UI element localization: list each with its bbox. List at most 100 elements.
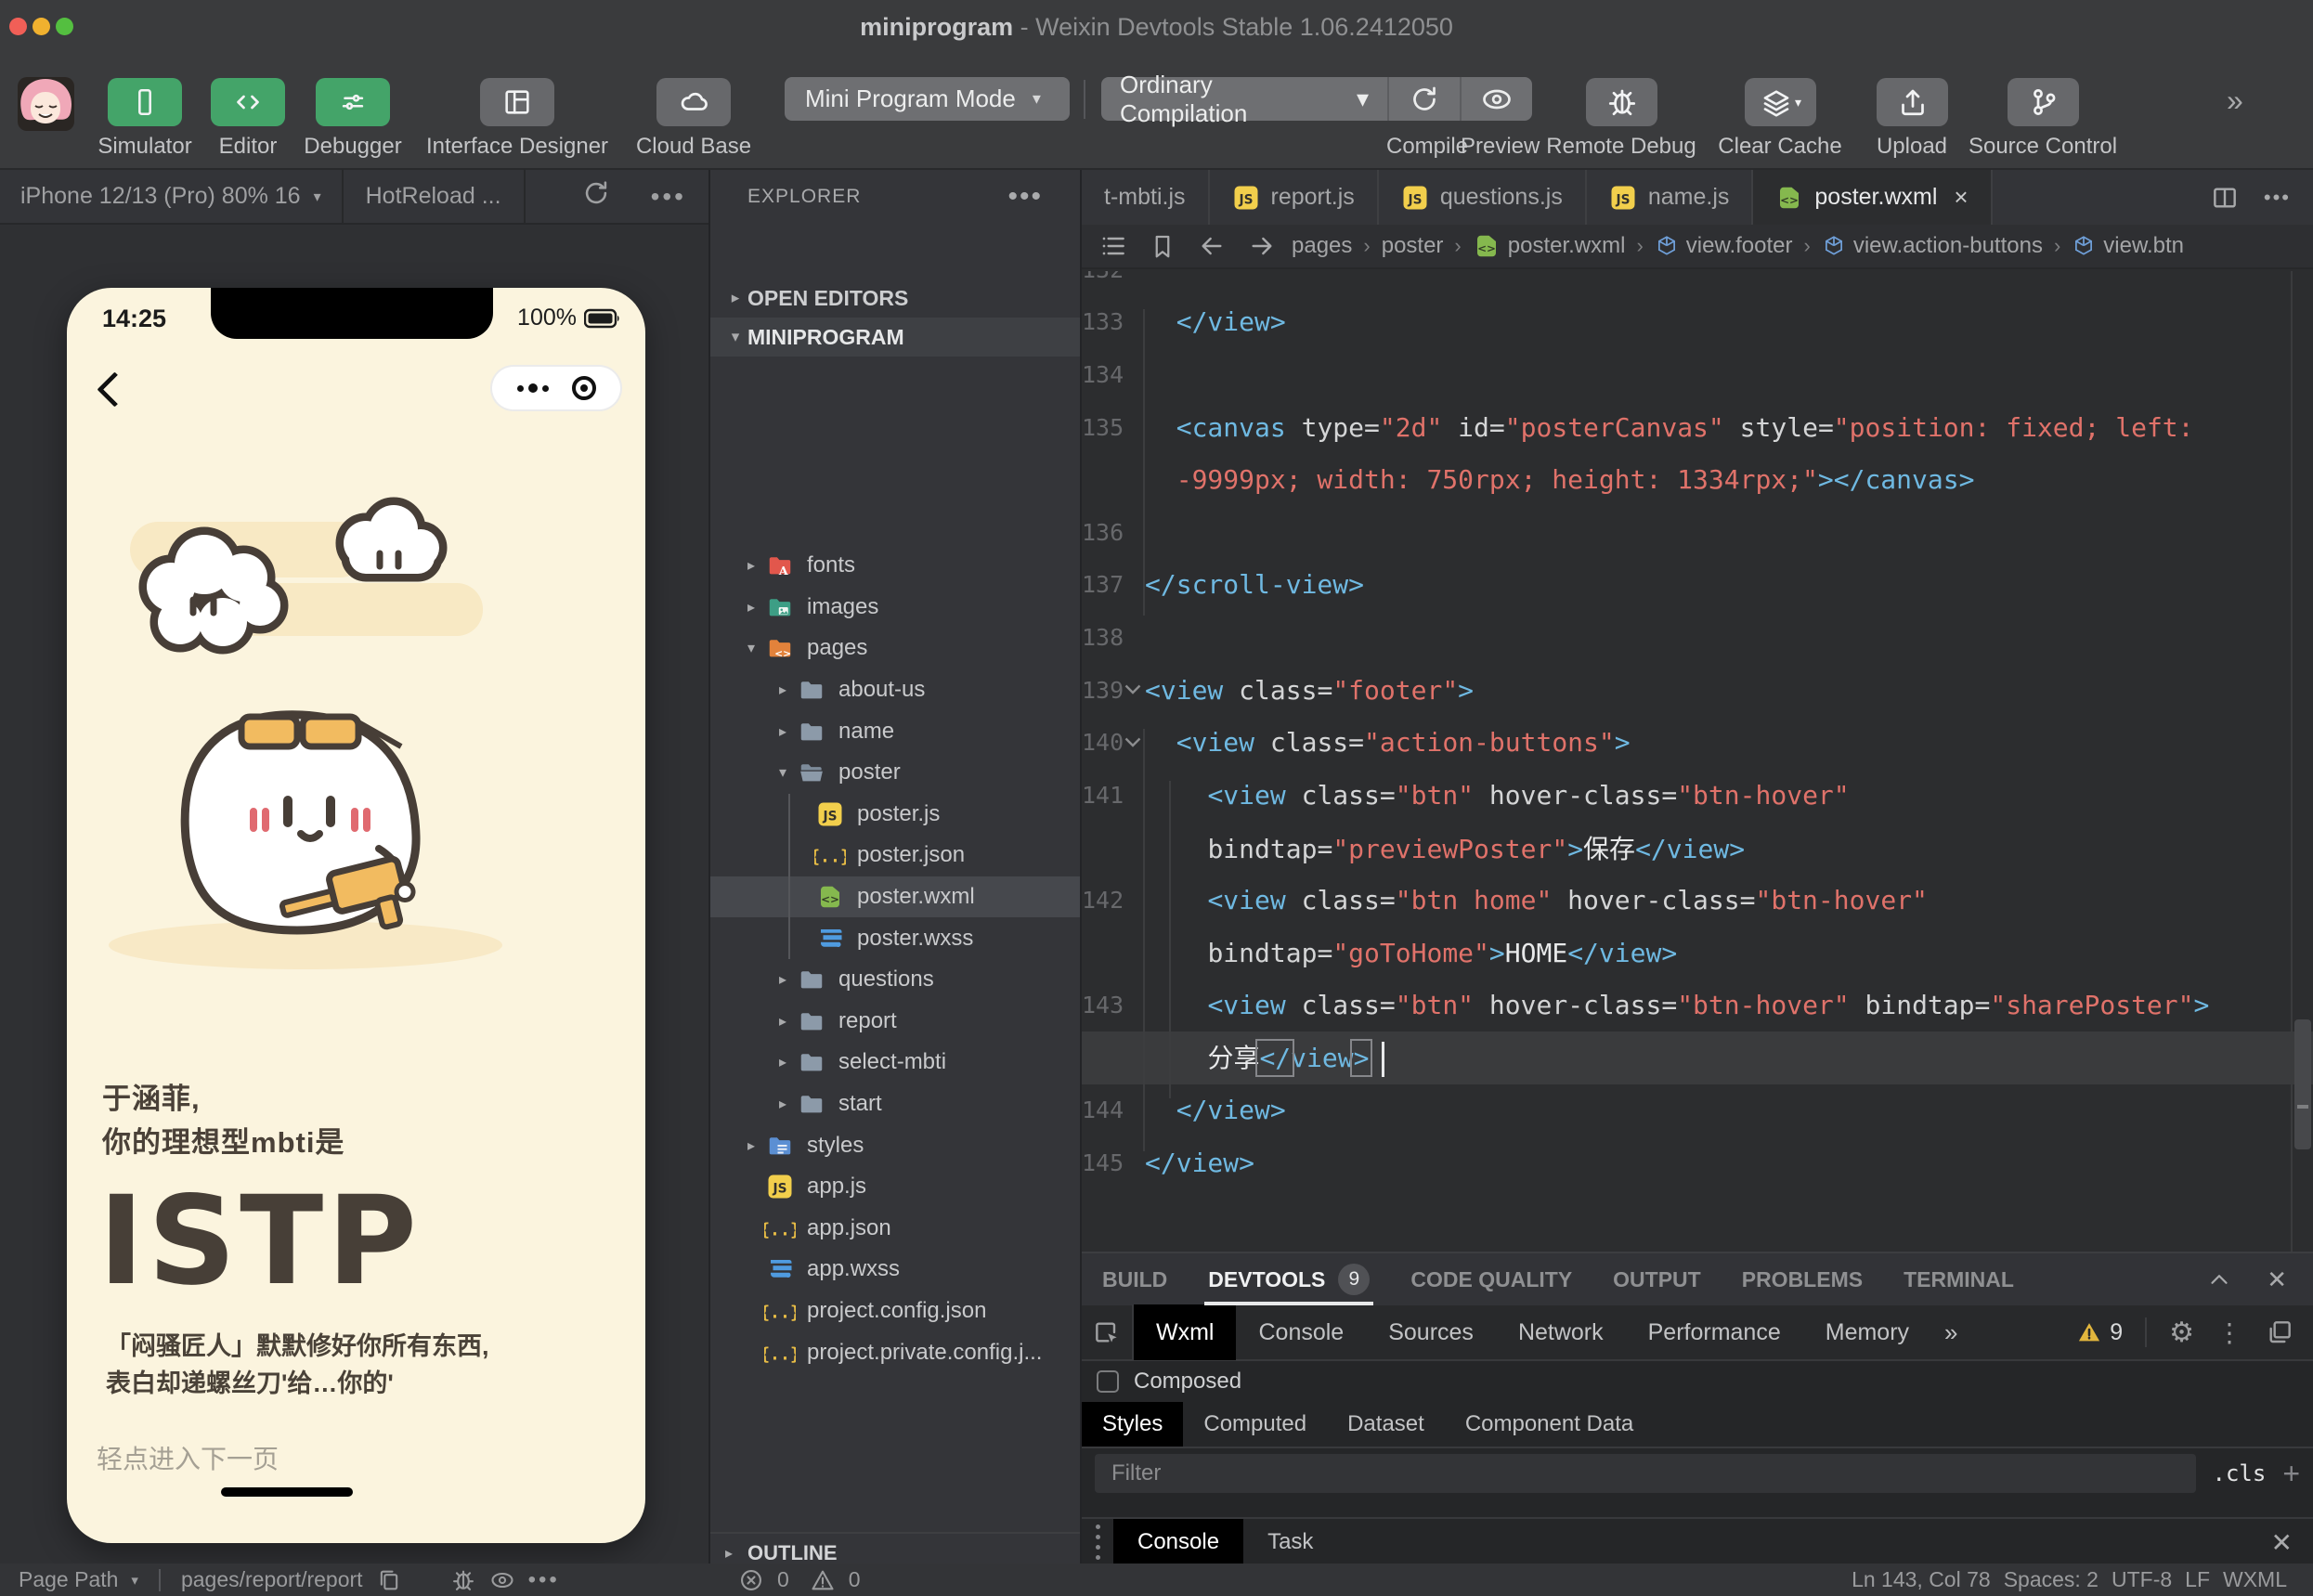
tree-file-project.config.json[interactable]: {..}project.config.json: [710, 1291, 1080, 1332]
tree-folder-styles[interactable]: ▸styles: [710, 1124, 1080, 1166]
filter-input[interactable]: Filter: [1095, 1454, 2196, 1493]
editor-button[interactable]: [211, 78, 285, 126]
panel-tab-code-quality[interactable]: CODE QUALITY: [1390, 1253, 1592, 1305]
refresh-icon[interactable]: [580, 177, 612, 215]
inspector-tab-network[interactable]: Network: [1496, 1304, 1626, 1360]
preview-eye-icon[interactable]: [489, 1567, 515, 1593]
simulator-more-button[interactable]: •••: [651, 182, 686, 212]
dock-icon[interactable]: [2265, 1317, 2294, 1347]
preview-button[interactable]: [1462, 77, 1532, 121]
compile-button[interactable]: [1389, 77, 1460, 121]
tab-t-mbti.js[interactable]: t-mbti.js: [1082, 170, 1210, 225]
remote-debug-button[interactable]: [1586, 78, 1657, 126]
tree-file-app.wxss[interactable]: app.wxss: [710, 1249, 1080, 1291]
open-editors-section[interactable]: ▸ OPEN EDITORS: [710, 279, 1080, 318]
tab-poster.wxml[interactable]: <>poster.wxml×: [1753, 170, 1992, 225]
status-item[interactable]: WXML: [2223, 1567, 2287, 1592]
bookmark-icon[interactable]: [1149, 232, 1176, 260]
tab-questions.js[interactable]: JSquestions.js: [1379, 170, 1587, 225]
inspector-tab-console[interactable]: Console: [1236, 1304, 1366, 1360]
status-item[interactable]: Spaces: 2: [2004, 1567, 2099, 1592]
fold-chevron-icon[interactable]: [1121, 737, 1145, 748]
breadcrumb-poster.wxml[interactable]: <>poster.wxml: [1473, 232, 1626, 260]
copy-icon[interactable]: [376, 1567, 402, 1593]
source-control-button[interactable]: [2008, 78, 2079, 126]
list-icon[interactable]: [1098, 231, 1128, 261]
styles-tab-component-data[interactable]: Component Data: [1445, 1402, 1654, 1447]
cls-button[interactable]: .cls: [2213, 1460, 2267, 1486]
inspector-tab-performance[interactable]: Performance: [1626, 1304, 1803, 1360]
arrow-right-icon[interactable]: [1247, 231, 1277, 261]
inspector-tabs-overflow[interactable]: »: [1931, 1318, 1970, 1347]
inspector-tab-wxml[interactable]: Wxml: [1134, 1304, 1236, 1360]
status-item[interactable]: UTF-8: [2112, 1567, 2172, 1592]
tree-file-poster.json[interactable]: {..}poster.json: [710, 835, 1080, 876]
tree-folder-fonts[interactable]: ▸Afonts: [710, 545, 1080, 587]
console-tab-console[interactable]: Console: [1113, 1519, 1243, 1565]
status-item[interactable]: Ln 143, Col 78: [1852, 1567, 1991, 1592]
panel-tab-devtools[interactable]: DEVTOOLS9: [1188, 1253, 1390, 1305]
explorer-more-button[interactable]: •••: [1007, 181, 1043, 213]
editor-more-button[interactable]: •••: [2264, 186, 2291, 210]
panel-drag-handle[interactable]: [1082, 1519, 1113, 1565]
fold-chevron-icon[interactable]: [1121, 684, 1145, 695]
tab-report.js[interactable]: JSreport.js: [1210, 170, 1379, 225]
toolbar-more-button[interactable]: »: [2227, 84, 2240, 118]
back-button[interactable]: [91, 370, 132, 410]
inspector-tab-sources[interactable]: Sources: [1366, 1304, 1496, 1360]
warning-count-badge[interactable]: 9: [2076, 1319, 2123, 1346]
styles-tab-styles[interactable]: Styles: [1082, 1402, 1183, 1447]
tree-folder-select-mbti[interactable]: ▸select-mbti: [710, 1042, 1080, 1083]
upload-button[interactable]: [1877, 78, 1948, 126]
user-avatar[interactable]: [18, 77, 74, 131]
console-tab-task[interactable]: Task: [1243, 1519, 1337, 1565]
cloud-base-button[interactable]: [656, 78, 731, 126]
panel-tab-terminal[interactable]: TERMINAL: [1883, 1253, 2034, 1305]
tree-folder-start[interactable]: ▸start: [710, 1083, 1080, 1125]
gear-icon[interactable]: ⚙: [2169, 1317, 2194, 1349]
console-close-button[interactable]: ✕: [2271, 1519, 2293, 1565]
inspector-tab-memory[interactable]: Memory: [1803, 1304, 1931, 1360]
breadcrumb-view.action-buttons[interactable]: view.action-buttons: [1822, 233, 2043, 259]
page-path-dropdown[interactable]: Page Path: [19, 1567, 118, 1592]
arrow-left-icon[interactable]: [1197, 231, 1227, 261]
breadcrumb-pages[interactable]: pages: [1292, 233, 1352, 259]
panel-tab-output[interactable]: OUTPUT: [1592, 1253, 1722, 1305]
panel-tab-build[interactable]: BUILD: [1082, 1253, 1188, 1305]
add-style-button[interactable]: +: [2282, 1457, 2300, 1491]
styles-tab-computed[interactable]: Computed: [1183, 1402, 1327, 1447]
panel-tab-problems[interactable]: PROBLEMS: [1722, 1253, 1883, 1305]
tree-folder-name[interactable]: ▸name: [710, 710, 1080, 752]
tree-file-app.json[interactable]: {..}app.json: [710, 1208, 1080, 1250]
inspect-icon[interactable]: [1092, 1317, 1122, 1347]
tree-folder-questions[interactable]: ▸questions: [710, 959, 1080, 1001]
project-root-section[interactable]: ▾ MINIPROGRAM: [710, 318, 1080, 357]
tree-folder-pages[interactable]: ▾<>pages: [710, 628, 1080, 669]
tab-close-icon[interactable]: ×: [1954, 183, 1968, 212]
debugger-button[interactable]: [316, 78, 390, 126]
tree-file-app.js[interactable]: JSapp.js: [710, 1166, 1080, 1208]
status-item[interactable]: LF: [2185, 1567, 2210, 1592]
errors-icon[interactable]: [738, 1567, 764, 1593]
tab-name.js[interactable]: JSname.js: [1587, 170, 1754, 225]
hotreload-toggle[interactable]: HotReload ...: [344, 183, 524, 210]
interface-designer-button[interactable]: [480, 78, 554, 126]
mode-dropdown[interactable]: Mini Program Mode ▾: [785, 77, 1070, 121]
capsule-close-icon[interactable]: [572, 376, 596, 400]
breadcrumb-poster[interactable]: poster: [1382, 233, 1444, 259]
capsule-more-button[interactable]: [517, 383, 549, 393]
close-icon[interactable]: ✕: [2267, 1265, 2287, 1294]
status-more-button[interactable]: •••: [528, 1567, 560, 1593]
compilation-dropdown[interactable]: Ordinary Compilation ▾: [1101, 77, 1387, 121]
tree-folder-images[interactable]: ▸images: [710, 587, 1080, 629]
clear-cache-button[interactable]: ▾: [1745, 78, 1816, 126]
next-page-hint[interactable]: 轻点进入下一页: [97, 1439, 279, 1476]
chevron-up-icon[interactable]: [2205, 1265, 2233, 1293]
breadcrumb-view.footer[interactable]: view.footer: [1655, 233, 1793, 259]
tree-file-poster.wxml[interactable]: <>poster.wxml: [710, 876, 1080, 918]
kebab-menu-icon[interactable]: ⋮: [2216, 1317, 2242, 1348]
simulator-button[interactable]: [108, 78, 182, 126]
code-editor[interactable]: 132133 </view>134135 <canvas type="2d" i…: [1082, 271, 2313, 1252]
tree-file-poster.wxss[interactable]: poster.wxss: [710, 917, 1080, 959]
warnings-icon[interactable]: [810, 1567, 836, 1593]
